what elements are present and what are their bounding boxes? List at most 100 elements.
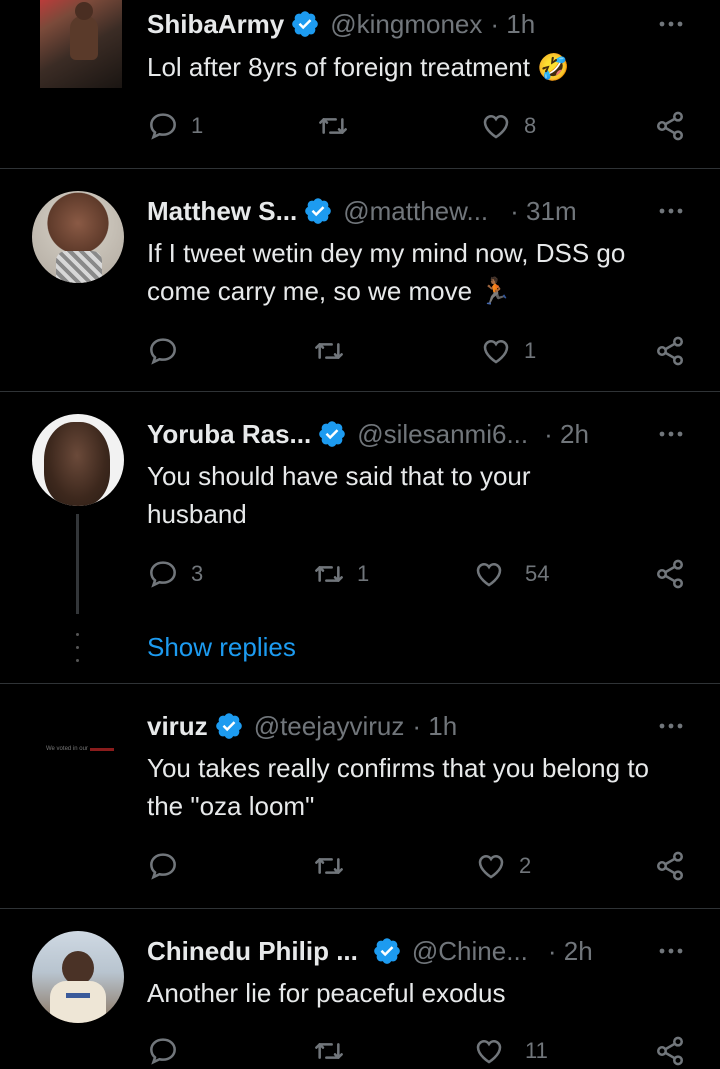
thread-line (76, 514, 79, 614)
reply-button[interactable]: 3 (147, 556, 203, 592)
reply-button[interactable] (147, 1033, 191, 1069)
share-button[interactable] (654, 556, 686, 592)
thread-dot (76, 633, 79, 636)
display-name[interactable]: ShibaArmy (147, 9, 284, 40)
reply-count: 3 (191, 561, 204, 586)
like-button[interactable]: 8 (480, 108, 536, 144)
retweet-icon (313, 850, 345, 882)
user-handle[interactable]: @silesanmi6... (357, 419, 528, 450)
tweet-card[interactable]: Chinedu Philip ... @Chine... · 2h Anothe… (0, 909, 720, 1057)
timestamp[interactable]: · 1h (412, 711, 457, 742)
reply-button[interactable]: 1 (147, 108, 203, 144)
verified-badge-icon (303, 196, 333, 226)
avatar[interactable] (32, 191, 124, 283)
timestamp[interactable]: · 2h (548, 936, 593, 967)
tweet-actions: 3 1 54 (147, 556, 692, 592)
retweet-button[interactable]: 1 (313, 556, 369, 592)
timestamp[interactable]: · 31m (510, 196, 576, 227)
reply-button[interactable] (147, 333, 191, 369)
more-options-icon[interactable] (656, 424, 686, 444)
show-replies-link[interactable]: Show replies (147, 632, 296, 663)
like-button[interactable]: 11 (473, 1033, 548, 1069)
thread-dot (76, 646, 79, 649)
display-name[interactable]: Yoruba Ras... (147, 419, 311, 450)
user-handle[interactable]: @teejayviruz (254, 711, 405, 742)
verified-badge-icon (317, 419, 347, 449)
share-button[interactable] (654, 1033, 686, 1069)
avatar[interactable] (32, 414, 124, 506)
like-count: 11 (525, 1038, 548, 1063)
share-button[interactable] (654, 108, 686, 144)
more-options-icon[interactable] (656, 941, 686, 961)
heart-icon (480, 335, 512, 367)
like-count: 1 (524, 338, 537, 363)
tweet-header: Matthew S... @matthew... · 31m (147, 193, 650, 229)
reply-icon (147, 558, 179, 590)
like-button[interactable]: 54 (473, 556, 549, 592)
heart-icon (475, 850, 507, 882)
retweet-button[interactable] (317, 108, 361, 144)
retweet-count: 1 (357, 561, 370, 586)
reply-icon (147, 110, 179, 142)
like-button[interactable]: 1 (480, 333, 536, 369)
tweet-card[interactable]: Yoruba Ras... @silesanmi6... · 2h You sh… (0, 392, 720, 682)
tweet-actions: 1 (147, 333, 692, 369)
reply-icon (147, 1035, 179, 1067)
tweet-card[interactable]: We voted in our viruz @teejayviruz · 1h … (0, 684, 720, 908)
share-icon (654, 110, 686, 142)
share-button[interactable] (654, 333, 686, 369)
share-icon (654, 850, 686, 882)
user-handle[interactable]: @matthew... (343, 196, 488, 227)
reply-count: 1 (191, 113, 204, 138)
tweet-header: Yoruba Ras... @silesanmi6... · 2h (147, 416, 650, 452)
retweet-button[interactable] (313, 848, 357, 884)
retweet-icon (313, 1035, 345, 1067)
reply-button[interactable] (147, 848, 191, 884)
tweet-actions: 11 (147, 1033, 692, 1069)
more-options-icon[interactable] (656, 14, 686, 34)
tweet-actions: 1 8 (147, 108, 692, 144)
avatar[interactable] (40, 0, 122, 88)
like-count: 2 (519, 853, 532, 878)
tweet-header: viruz @teejayviruz · 1h (147, 708, 650, 744)
display-name[interactable]: viruz (147, 711, 208, 742)
tweet-text: Lol after 8yrs of foreign treatment 🤣 (147, 52, 570, 82)
tweet-card[interactable]: ShibaArmy @kingmonex · 1h Lol after 8yrs… (0, 0, 720, 168)
share-icon (654, 335, 686, 367)
retweet-icon (313, 558, 345, 590)
tweet-header: Chinedu Philip ... @Chine... · 2h (147, 933, 650, 969)
verified-badge-icon (214, 711, 244, 741)
display-name[interactable]: Matthew S... (147, 196, 297, 227)
reply-icon (147, 850, 179, 882)
retweet-button[interactable] (313, 1033, 357, 1069)
retweet-icon (313, 335, 345, 367)
like-button[interactable]: 2 (475, 848, 531, 884)
timestamp[interactable]: · 1h (490, 9, 535, 40)
tweet-card[interactable]: Matthew S... @matthew... · 31m If I twee… (0, 169, 720, 391)
share-icon (654, 1035, 686, 1067)
share-icon (654, 558, 686, 590)
retweet-button[interactable] (313, 333, 357, 369)
reply-icon (147, 335, 179, 367)
tweet-text: You should have said that to your husban… (147, 461, 531, 529)
like-count: 54 (525, 561, 550, 586)
tweet-header: ShibaArmy @kingmonex · 1h (147, 6, 650, 42)
tweet-text: If I tweet wetin dey my mind now, DSS go… (147, 238, 626, 306)
tweet-text: You takes really confirms that you belon… (147, 753, 649, 821)
thread-dot (76, 659, 79, 662)
timestamp[interactable]: · 2h (544, 419, 589, 450)
share-button[interactable] (654, 848, 686, 884)
heart-icon (473, 558, 505, 590)
user-handle[interactable]: @kingmonex (330, 9, 482, 40)
user-handle[interactable]: @Chine... (412, 936, 528, 967)
heart-icon (473, 1035, 505, 1067)
more-options-icon[interactable] (656, 201, 686, 221)
verified-badge-icon (372, 936, 402, 966)
retweet-icon (317, 110, 349, 142)
more-options-icon[interactable] (656, 716, 686, 736)
like-count: 8 (524, 113, 537, 138)
avatar[interactable]: We voted in our (32, 706, 124, 798)
display-name[interactable]: Chinedu Philip ... (147, 936, 358, 967)
avatar[interactable] (32, 931, 124, 1023)
tweet-text: Another lie for peaceful exodus (147, 978, 506, 1008)
